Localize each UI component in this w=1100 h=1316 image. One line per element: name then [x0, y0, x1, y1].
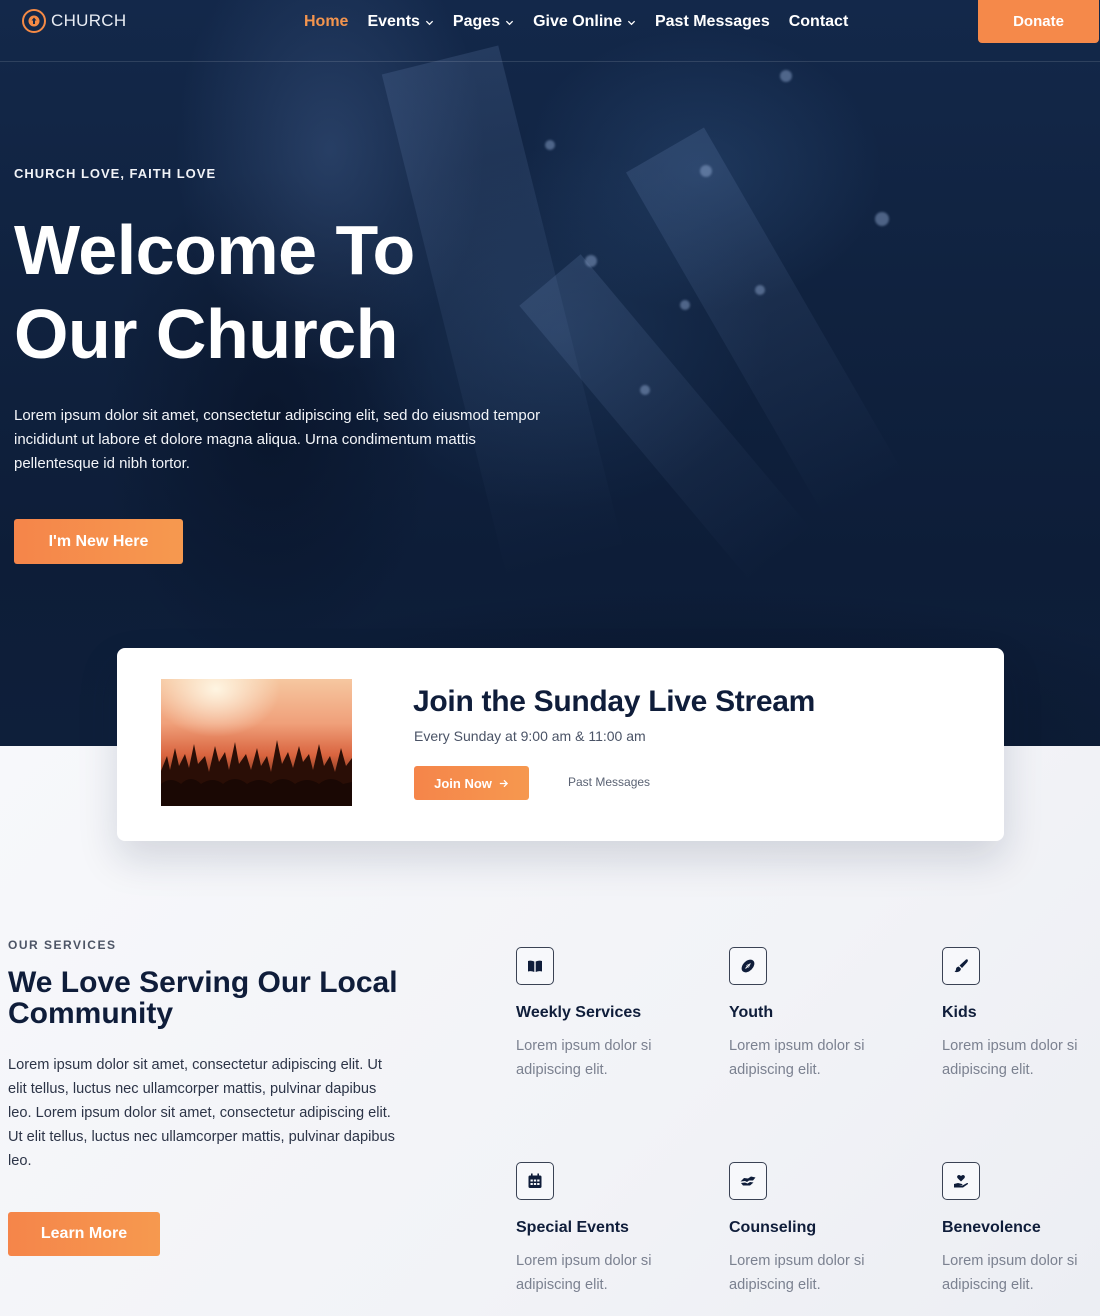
stream-schedule: Every Sunday at 9:00 am & 11:00 am [414, 728, 646, 744]
logo-text: CHURCH [51, 11, 127, 30]
live-stream-card: Join the Sunday Live Stream Every Sunday… [117, 648, 1004, 841]
past-messages-link[interactable]: Past Messages [568, 775, 650, 789]
learn-more-button[interactable]: Learn More [8, 1212, 160, 1256]
chevron-down-icon [627, 20, 636, 26]
nav-item-label: Past Messages [654, 13, 770, 30]
service-icon-box [729, 1162, 767, 1200]
calendar-icon [528, 1173, 542, 1188]
im-new-here-button[interactable]: I'm New Here [14, 519, 183, 564]
service-text: Lorem ipsum dolor si adipiscing elit. [942, 1253, 1078, 1293]
service-name: Kids [942, 1004, 977, 1021]
service-icon-box [516, 947, 554, 985]
hero-description: Lorem ipsum dolor sit amet, consectetur … [14, 407, 541, 472]
stage-light [680, 300, 690, 310]
stage-light [545, 140, 555, 150]
stage-light [755, 285, 765, 295]
service-text: Lorem ipsum dolor si adipiscing elit. [729, 1253, 865, 1293]
nav-item-label: Give Online [533, 13, 622, 30]
stage-light [640, 385, 650, 395]
service-special-events[interactable]: Special Events Lorem ipsum dolor si adip… [516, 1162, 696, 1297]
chevron-down-icon [505, 20, 514, 26]
service-text: Lorem ipsum dolor si adipiscing elit. [942, 1038, 1078, 1078]
nav-item-past-messages[interactable]: Past Messages [655, 12, 770, 32]
service-text: Lorem ipsum dolor si adipiscing elit. [516, 1253, 652, 1293]
service-text: Lorem ipsum dolor si adipiscing elit. [729, 1038, 865, 1078]
hero-eyebrow: CHURCH LOVE, FAITH LOVE [14, 166, 217, 181]
football-icon [741, 959, 755, 973]
nav-item-label: Pages [452, 13, 501, 30]
donate-button[interactable]: Donate [978, 0, 1099, 43]
service-youth[interactable]: Youth Lorem ipsum dolor si adipiscing el… [729, 947, 909, 1082]
service-icon-box [942, 1162, 980, 1200]
logo[interactable]: CHURCH [22, 9, 126, 33]
service-icon-box [729, 947, 767, 985]
service-benevolence[interactable]: Benevolence Lorem ipsum dolor si adipisc… [942, 1162, 1100, 1297]
service-icon-box [942, 947, 980, 985]
nav-item-home[interactable]: Home [304, 12, 348, 32]
hero-title-line-1: Welcome To [14, 211, 415, 289]
top-navigation: CHURCH Home Events Pages Give Online Pas… [0, 0, 1100, 62]
stage-light [700, 165, 712, 177]
main-menu: Home Events Pages Give Online Past Messa… [304, 12, 867, 32]
join-now-button[interactable]: Join Now [414, 766, 529, 800]
nav-item-label: Contact [788, 13, 849, 30]
hero-title-line-2: Our Church [14, 295, 398, 373]
service-name: Benevolence [942, 1219, 1041, 1236]
arrow-up-circle-icon [22, 9, 46, 33]
stage-light [875, 212, 889, 226]
book-open-icon [528, 960, 542, 972]
nav-item-label: Events [367, 13, 420, 30]
services-description: Lorem ipsum dolor sit amet, consectetur … [8, 1057, 395, 1169]
nav-item-events[interactable]: Events [367, 12, 434, 32]
service-name: Counseling [729, 1219, 817, 1236]
handshake-icon [740, 1176, 756, 1186]
stage-light [780, 70, 792, 82]
join-now-label: Join Now [434, 775, 492, 791]
nav-item-label: Home [304, 13, 349, 30]
nav-item-contact[interactable]: Contact [789, 12, 849, 32]
stage-light [585, 255, 597, 267]
hand-holding-heart-icon [954, 1175, 969, 1188]
service-weekly-services[interactable]: Weekly Services Lorem ipsum dolor si adi… [516, 947, 696, 1082]
service-name: Special Events [516, 1219, 629, 1236]
nav-item-pages[interactable]: Pages [453, 12, 514, 32]
service-kids[interactable]: Kids Lorem ipsum dolor si adipiscing eli… [942, 947, 1100, 1082]
service-name: Weekly Services [516, 1004, 642, 1021]
service-icon-box [516, 1162, 554, 1200]
service-name: Youth [729, 1004, 774, 1021]
service-counseling[interactable]: Counseling Lorem ipsum dolor si adipisci… [729, 1162, 909, 1297]
concert-crowd-image [161, 679, 352, 806]
service-text: Lorem ipsum dolor si adipiscing elit. [516, 1038, 652, 1078]
services-title: We Love Serving Our Local Community [8, 966, 398, 1030]
paint-brush-icon [954, 959, 968, 973]
arrow-right-icon [499, 779, 508, 787]
hero-title: Welcome To Our Church [14, 208, 415, 376]
stream-title: Join the Sunday Live Stream [413, 685, 816, 718]
chevron-down-icon [425, 20, 434, 26]
nav-item-give-online[interactable]: Give Online [533, 12, 636, 32]
services-eyebrow: OUR SERVICES [8, 938, 117, 952]
